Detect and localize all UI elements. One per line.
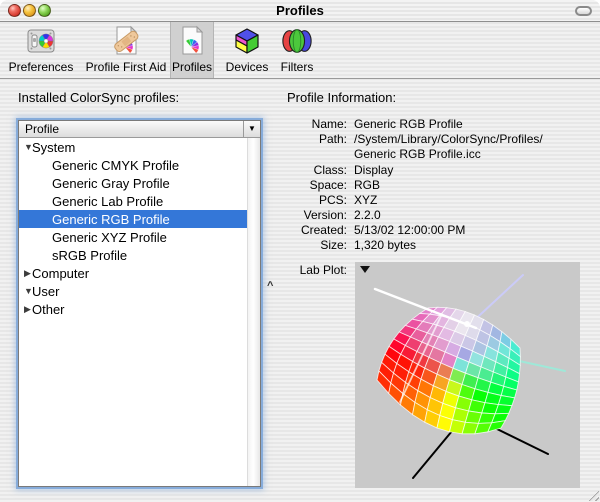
installed-profiles-heading: Installed ColorSync profiles:: [18, 90, 179, 105]
toolbar-item-label: Profile First Aid: [78, 60, 174, 74]
info-row: Created: 5/13/02 12:00:00 PM: [285, 223, 595, 238]
tree-item[interactable]: Generic CMYK Profile: [19, 156, 247, 174]
toolbar-item-profiles[interactable]: Profiles: [170, 22, 214, 78]
field-value: 1,320 bytes: [354, 238, 595, 253]
tree-group-label: Other: [32, 302, 65, 317]
tree-item[interactable]: Generic Lab Profile: [19, 192, 247, 210]
tree-item[interactable]: Generic Gray Profile: [19, 174, 247, 192]
devices-icon: [231, 25, 263, 57]
disclosure-triangle-icon[interactable]: ▼: [19, 142, 32, 152]
lab-plot-label: Lab Plot:: [285, 263, 347, 277]
field-label: Size:: [285, 238, 347, 253]
toolbar-item-filters[interactable]: Filters: [276, 22, 318, 78]
info-row: Path: /System/Library/ColorSync/Profiles/: [285, 132, 595, 147]
colorsync-window: Profiles Preferences: [0, 0, 600, 502]
field-value: Generic RGB Profile: [354, 117, 595, 132]
field-value: 2.2.0: [354, 208, 595, 223]
toolbar-item-label: Devices: [218, 60, 276, 74]
profile-first-aid-icon: [110, 25, 142, 57]
field-label: Space:: [285, 178, 347, 193]
list-body: ▼ System Generic CMYK Profile Generic Gr…: [19, 138, 260, 486]
tree-group-system[interactable]: ▼ System: [19, 138, 247, 156]
tree-group-label: Computer: [32, 266, 89, 281]
field-label: Path:: [285, 132, 347, 147]
profiles-list: Profile ▼ ▼ System Generic CMYK Profile …: [18, 120, 261, 487]
lab-plot-svg: [355, 262, 580, 488]
lab-plot-area[interactable]: [355, 262, 580, 488]
window-resize-grip[interactable]: [586, 488, 599, 501]
info-row: Generic RGB Profile.icc: [285, 147, 595, 162]
list-column-header[interactable]: Profile ▼: [19, 121, 260, 138]
field-value: /System/Library/ColorSync/Profiles/: [354, 132, 595, 147]
profile-information-heading: Profile Information:: [287, 90, 396, 105]
info-row: Space: RGB: [285, 178, 595, 193]
disclosure-triangle-icon[interactable]: ▶: [19, 304, 32, 315]
list-scrollbar[interactable]: [247, 138, 260, 486]
tree-item-selected[interactable]: Generic RGB Profile: [19, 210, 247, 228]
tree-item-label: Generic CMYK Profile: [52, 158, 179, 173]
plot-disclosure-triangle-icon: [360, 266, 370, 273]
tree-group-label: User: [32, 284, 59, 299]
field-value: Generic RGB Profile.icc: [354, 147, 595, 162]
tree-item[interactable]: sRGB Profile: [19, 246, 247, 264]
tree-item-label: Generic Gray Profile: [52, 176, 170, 191]
window-title: Profiles: [0, 3, 600, 18]
tree-item-label: Generic Lab Profile: [52, 194, 163, 209]
profile-info-fields: Name: Generic RGB Profile Path: /System/Li…: [285, 117, 595, 253]
tree-group-other[interactable]: ▶ Other: [19, 300, 247, 318]
toolbar: Preferences: [0, 22, 600, 79]
field-value: 5/13/02 12:00:00 PM: [354, 223, 595, 238]
info-row: PCS: XYZ: [285, 193, 595, 208]
toolbar-item-label: Preferences: [8, 60, 74, 74]
filters-icon: [281, 25, 313, 57]
tree-item-label: sRGB Profile: [52, 248, 127, 263]
field-value: XYZ: [354, 193, 595, 208]
tree-group-computer[interactable]: ▶ Computer: [19, 264, 247, 282]
info-row: Size: 1,320 bytes: [285, 238, 595, 253]
profiles-icon: [176, 25, 208, 57]
column-dropdown-button[interactable]: ▼: [243, 121, 260, 137]
tree-item-label: Generic XYZ Profile: [52, 230, 167, 245]
field-value: RGB: [354, 178, 595, 193]
preferences-icon: [25, 25, 57, 57]
field-label: Class:: [285, 163, 347, 178]
field-label: Version:: [285, 208, 347, 223]
chevron-down-icon: ▼: [248, 124, 256, 133]
column-header-label: Profile: [19, 121, 243, 137]
toolbar-item-label: Filters: [276, 60, 318, 74]
disclosure-triangle-icon[interactable]: ▼: [19, 286, 32, 296]
field-value: Display: [354, 163, 595, 178]
toolbar-item-devices[interactable]: Devices: [218, 22, 276, 78]
info-row: Class: Display: [285, 163, 595, 178]
info-row: Version: 2.2.0: [285, 208, 595, 223]
toolbar-toggle-button[interactable]: [575, 6, 592, 16]
toolbar-item-preferences[interactable]: Preferences: [8, 22, 74, 78]
disclosure-triangle-icon[interactable]: ▶: [19, 268, 32, 279]
field-label: Name:: [285, 117, 347, 132]
toolbar-item-label: Profiles: [170, 60, 214, 74]
tree-item-label: Generic RGB Profile: [52, 212, 170, 227]
field-label: Created:: [285, 223, 347, 238]
tree-group-user[interactable]: ▼ User: [19, 282, 247, 300]
pane-splitter-handle[interactable]: ^: [267, 280, 273, 292]
info-row: Name: Generic RGB Profile: [285, 117, 595, 132]
toolbar-item-profile-first-aid[interactable]: Profile First Aid: [78, 22, 174, 78]
tree-group-label: System: [32, 140, 75, 155]
field-label: [285, 147, 347, 162]
tree-item[interactable]: Generic XYZ Profile: [19, 228, 247, 246]
field-label: PCS:: [285, 193, 347, 208]
title-bar[interactable]: Profiles: [0, 0, 600, 22]
